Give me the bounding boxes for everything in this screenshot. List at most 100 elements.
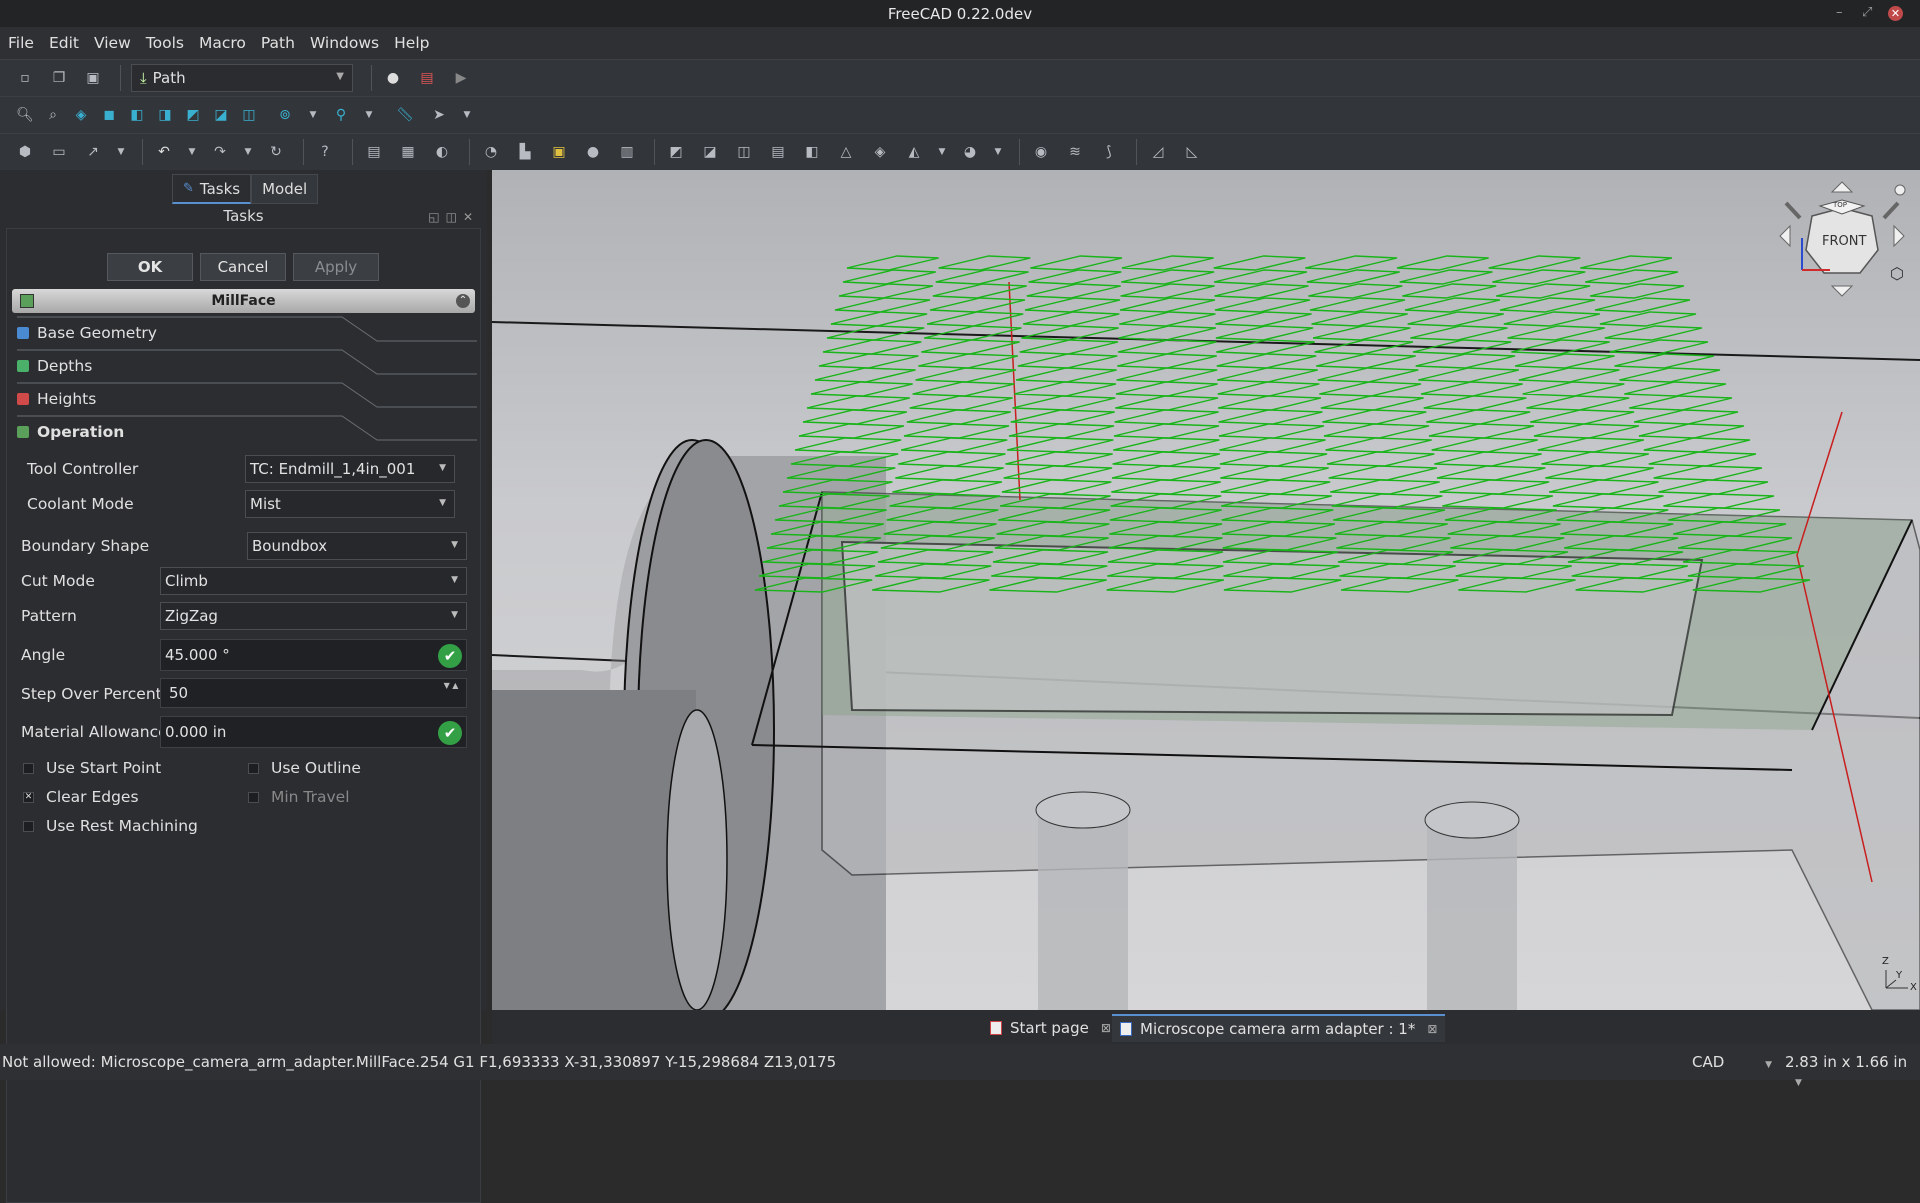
deburr-icon[interactable]: ◕ — [959, 141, 981, 163]
array-icon[interactable]: ◉ — [1030, 141, 1052, 163]
doc-tab-microscope-adapter[interactable]: Microscope camera arm adapter : 1* ⊠ — [1112, 1014, 1446, 1042]
dock-float-icon[interactable]: ◱ — [428, 210, 445, 224]
dressup-icon[interactable]: ◩ — [665, 141, 687, 163]
section-base-geometry[interactable]: Base Geometry — [17, 316, 477, 349]
face-icon[interactable]: ▣ — [548, 141, 570, 163]
right-view-icon[interactable]: ◨ — [154, 104, 176, 126]
minimize-icon[interactable]: – — [1836, 5, 1843, 20]
navigation-cube[interactable]: TOP FRONT ⬡ — [1772, 178, 1912, 298]
navigation-style-selector[interactable]: CAD ▼ — [1692, 1053, 1772, 1071]
job-icon[interactable]: ⬢ — [14, 141, 36, 163]
left-view-icon[interactable]: ◫ — [238, 104, 260, 126]
sanity-check-icon[interactable]: ◐ — [431, 141, 453, 163]
bounding-box-icon[interactable]: ⚲ — [330, 104, 352, 126]
close-tab-icon[interactable]: ⊠ — [1427, 1022, 1437, 1036]
dock-restore-icon[interactable]: ◫ — [446, 210, 463, 224]
measure-distance-icon[interactable]: 📏︎ — [394, 104, 416, 126]
post-process-icon[interactable]: ▭ — [48, 141, 70, 163]
material-allowance-input[interactable]: 0.000 in ✔ — [160, 716, 467, 748]
fit-all-icon[interactable]: 🔍︎ — [14, 104, 36, 126]
ok-button[interactable]: OK — [107, 253, 193, 281]
selection-arrow-icon[interactable]: ➤ — [428, 104, 450, 126]
macro-editor-icon[interactable]: ▤ — [416, 67, 438, 89]
engrave-icon[interactable]: △ — [835, 141, 857, 163]
redo-icon[interactable]: ↷ — [209, 141, 231, 163]
menu-macro[interactable]: Macro — [199, 34, 246, 52]
tag-icon[interactable]: ▤ — [767, 141, 789, 163]
menu-windows[interactable]: Windows — [310, 34, 379, 52]
isometric-view-icon[interactable]: ◈ — [70, 104, 92, 126]
vcarve-icon[interactable]: ◈ — [869, 141, 891, 163]
doc-tab-start-page[interactable]: Start page ⊠ — [982, 1014, 1119, 1042]
profile-icon[interactable]: ◔ — [480, 141, 502, 163]
apply-button[interactable]: Apply — [293, 253, 379, 281]
section-depths[interactable]: Depths — [17, 349, 477, 382]
pocket-icon[interactable]: ▙ — [514, 141, 536, 163]
menu-edit[interactable]: Edit — [49, 34, 79, 52]
refresh-icon[interactable]: ↻ — [265, 141, 287, 163]
open-document-icon[interactable]: ❐ — [48, 67, 70, 89]
rear-view-icon[interactable]: ◩ — [182, 104, 204, 126]
boundary-icon[interactable]: ◧ — [801, 141, 823, 163]
helix-icon[interactable]: ● — [582, 141, 604, 163]
drilling-icon[interactable]: ▥ — [616, 141, 638, 163]
tab-model[interactable]: Model — [251, 174, 319, 204]
run-macro-icon[interactable]: ▶ — [450, 67, 472, 89]
menu-help[interactable]: Help — [394, 34, 429, 52]
menu-path[interactable]: Path — [261, 34, 295, 52]
chevron-down-icon[interactable]: ▼ — [358, 104, 380, 126]
chevron-down-icon[interactable]: ▼ — [302, 104, 324, 126]
min-travel-checkbox[interactable]: Min Travel — [248, 788, 350, 806]
collapse-icon[interactable]: ⌃ — [456, 294, 470, 308]
ramp-icon[interactable]: ◫ — [733, 141, 755, 163]
chevron-down-icon[interactable]: ▼ — [237, 141, 259, 163]
operation-header[interactable]: MillFace ⌃ — [12, 289, 475, 313]
use-outline-checkbox[interactable]: Use Outline — [248, 759, 361, 777]
chevron-down-icon[interactable]: ▼ — [181, 141, 203, 163]
menu-file[interactable]: File — [8, 34, 34, 52]
workbench-selector[interactable]: ⤓ Path ▼ — [131, 64, 353, 92]
adaptive-icon[interactable]: ◭ — [903, 141, 925, 163]
restore-icon[interactable]: ⤢ — [1862, 5, 1872, 20]
cut-mode-select[interactable]: Climb ▼ — [160, 567, 467, 595]
fit-selection-icon[interactable]: ⌕ — [42, 104, 64, 126]
pattern-select[interactable]: ZigZag ▼ — [160, 602, 467, 630]
save-document-icon[interactable]: ▣ — [82, 67, 104, 89]
use-start-point-checkbox[interactable]: Use Start Point — [23, 759, 161, 777]
tool-controller-select[interactable]: TC: Endmill_1,4in_001 ▼ — [245, 455, 455, 483]
spin-arrows-icon[interactable]: ▼ ▲ — [436, 679, 466, 709]
surface-icon[interactable]: ◺ — [1181, 141, 1203, 163]
menu-tools[interactable]: Tools — [146, 34, 184, 52]
clear-edges-checkbox[interactable]: ✕ Clear Edges — [23, 788, 139, 806]
inspect-gcode-icon[interactable]: ▤ — [363, 141, 385, 163]
undo-icon[interactable]: ↶ — [153, 141, 175, 163]
use-rest-machining-checkbox[interactable]: Use Rest Machining — [23, 817, 198, 835]
copy-operation-icon[interactable]: ≋ — [1064, 141, 1086, 163]
front-view-icon[interactable]: ◼ — [98, 104, 120, 126]
cancel-button[interactable]: Cancel — [200, 253, 286, 281]
menu-view[interactable]: View — [94, 34, 131, 52]
coolant-mode-select[interactable]: Mist ▼ — [245, 490, 455, 518]
step-over-spinbox[interactable]: 50 ▼ ▲ — [160, 678, 467, 708]
dock-close-icon[interactable]: ✕ — [463, 210, 479, 224]
section-operation[interactable]: Operation — [17, 415, 477, 448]
simulator-icon[interactable]: ▦ — [397, 141, 419, 163]
chevron-down-icon[interactable]: ▼ — [110, 141, 132, 163]
3d-viewport[interactable]: TOP FRONT ⬡ Z Y X — [492, 170, 1920, 1010]
close-tab-icon[interactable]: ⊠ — [1101, 1021, 1111, 1035]
tab-tasks[interactable]: ✎ Tasks — [172, 174, 252, 204]
bottom-view-icon[interactable]: ◪ — [210, 104, 232, 126]
close-icon[interactable]: ✕ — [1888, 6, 1903, 21]
boundary-shape-select[interactable]: Boundbox ▼ — [247, 532, 467, 560]
dimension-readout[interactable]: 2.83 in x 1.66 in ▼ — [1785, 1053, 1920, 1089]
view-menu-cube-icon[interactable]: ⬡ — [1890, 264, 1904, 283]
probe-icon[interactable]: ◿ — [1147, 141, 1169, 163]
chevron-down-icon[interactable]: ▼ — [456, 104, 478, 126]
angle-input[interactable]: 45.000 ° ✔ — [160, 639, 467, 671]
chevron-down-icon[interactable]: ▼ — [987, 141, 1009, 163]
export-template-icon[interactable]: ↗ — [82, 141, 104, 163]
draw-style-icon[interactable]: ⊚ — [274, 104, 296, 126]
record-macro-icon[interactable]: ● — [382, 67, 404, 89]
section-heights[interactable]: Heights — [17, 382, 477, 415]
top-view-icon[interactable]: ◧ — [126, 104, 148, 126]
